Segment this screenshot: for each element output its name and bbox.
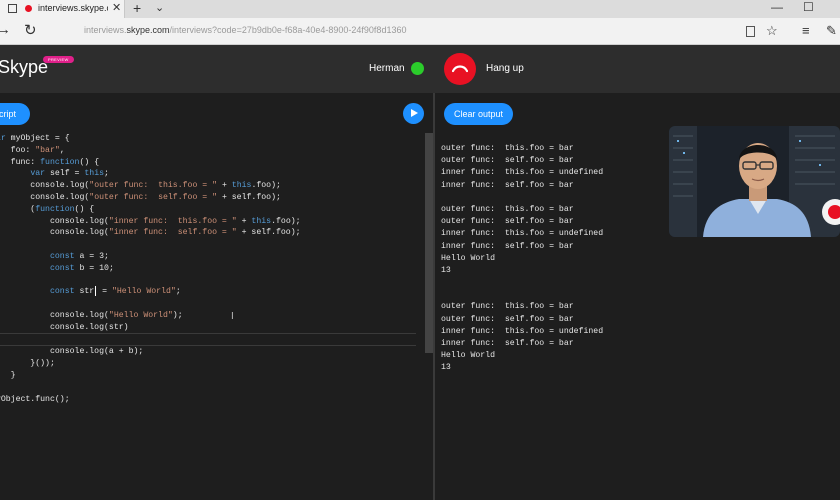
forward-icon[interactable]: →: [0, 21, 11, 38]
language-button[interactable]: JavaScript: [0, 103, 30, 125]
code-line: }());: [30, 359, 55, 369]
new-tab-icon[interactable]: +: [133, 0, 141, 16]
output-line: outer func: this.foo = bar: [441, 302, 574, 312]
output-line: inner func: this.foo = undefined: [441, 326, 604, 336]
code-line-active: [0, 332, 416, 347]
output-line: inner func: self.foo = bar: [441, 339, 574, 348]
code-line: var self = this;: [30, 169, 109, 179]
preview-badge: PREVIEW: [43, 56, 74, 63]
browser-tab-bar: interviews.skype.co ✕ + ⌄ — ☐: [0, 0, 840, 18]
reading-view-icon[interactable]: [746, 26, 755, 37]
hang-up-label: Hang up: [486, 63, 524, 74]
browser-tab[interactable]: interviews.skype.co ✕: [0, 0, 125, 18]
output-line: inner func: self.foo = bar: [441, 180, 574, 190]
video-feed-image: [669, 126, 840, 237]
code-line: foo: "bar",: [10, 145, 65, 155]
code-line: console.log(a + b);: [0, 347, 144, 357]
skype-header: Skype PREVIEW Herman Hang up: [0, 45, 840, 93]
recording-dot-icon: [25, 5, 32, 12]
output-line: inner func: this.foo = undefined: [441, 168, 604, 178]
code-line: }: [10, 370, 16, 380]
code-line: console.log("Hello World");: [0, 310, 183, 320]
output-line: outer func: self.foo = bar: [441, 156, 574, 166]
output-panel: Clear output outer func: this.foo = bar o…: [435, 93, 840, 500]
online-status-icon: [411, 62, 424, 75]
code-line: const a = 3;: [49, 251, 109, 261]
code-line: console.log("inner func: this.foo = " + …: [0, 216, 301, 226]
address-bar[interactable]: interviews.skype.com/interviews?code=27b…: [84, 25, 406, 35]
chevron-down-icon[interactable]: ⌄: [155, 1, 164, 14]
output-console: outer func: this.foo = bar outer func: se…: [441, 143, 603, 375]
tab-title: interviews.skype.co: [38, 3, 108, 13]
code-line: console.log("inner func: self.foo = " + …: [0, 228, 301, 238]
code-editor-panel: JavaScript var myObject = { foo: "bar", …: [0, 93, 433, 500]
text-caret: [95, 286, 97, 297]
output-line: 13: [441, 265, 451, 275]
minimize-icon[interactable]: —: [771, 0, 783, 14]
code-line: const b = 10;: [49, 263, 114, 273]
caller-name: Herman: [369, 63, 405, 74]
code-line: var myObject = {: [0, 134, 70, 143]
output-line: outer func: self.foo = bar: [441, 314, 574, 324]
skype-logo: Skype: [0, 57, 49, 77]
code-line: func: function() {: [10, 157, 100, 167]
code-line: const str = "Hello World";: [49, 286, 181, 297]
page-icon: [8, 4, 17, 13]
code-line: };: [0, 382, 416, 394]
code-line: myObject.func();: [0, 394, 70, 404]
hang-up-button[interactable]: [444, 53, 476, 85]
output-line: 13: [441, 363, 451, 373]
output-line: inner func: this.foo = undefined: [441, 229, 604, 239]
favorite-star-icon[interactable]: ☆: [766, 23, 778, 39]
code-line: console.log("outer func: this.foo = " + …: [0, 181, 281, 191]
mouse-cursor-icon: I: [231, 311, 234, 322]
hub-icon[interactable]: ≡: [802, 23, 810, 38]
refresh-icon[interactable]: ↻: [24, 21, 37, 39]
notes-icon[interactable]: ✎: [826, 23, 837, 39]
phone-hangup-icon: [452, 65, 468, 73]
code-editor[interactable]: var myObject = { foo: "bar", func: funct…: [0, 133, 425, 405]
video-feed: [669, 126, 840, 237]
output-line: outer func: self.foo = bar: [441, 217, 574, 227]
output-line: inner func: self.foo = bar: [441, 241, 574, 251]
output-line: Hello World: [441, 253, 496, 263]
output-line: outer func: this.foo = bar: [441, 204, 574, 214]
output-line: Hello World: [441, 351, 496, 361]
code-line: console.log("outer func: self.foo = " + …: [0, 192, 281, 202]
play-icon[interactable]: [403, 103, 424, 124]
maximize-icon[interactable]: ☐: [803, 0, 814, 14]
browser-nav-bar: → ↻ interviews.skype.com/interviews?code…: [0, 18, 840, 45]
output-line: outer func: this.foo = bar: [441, 144, 574, 153]
editor-scrollbar[interactable]: [425, 133, 433, 353]
code-line: (function() {: [30, 204, 95, 214]
clear-output-button[interactable]: Clear output: [444, 103, 514, 125]
close-icon[interactable]: ✕: [112, 1, 121, 14]
